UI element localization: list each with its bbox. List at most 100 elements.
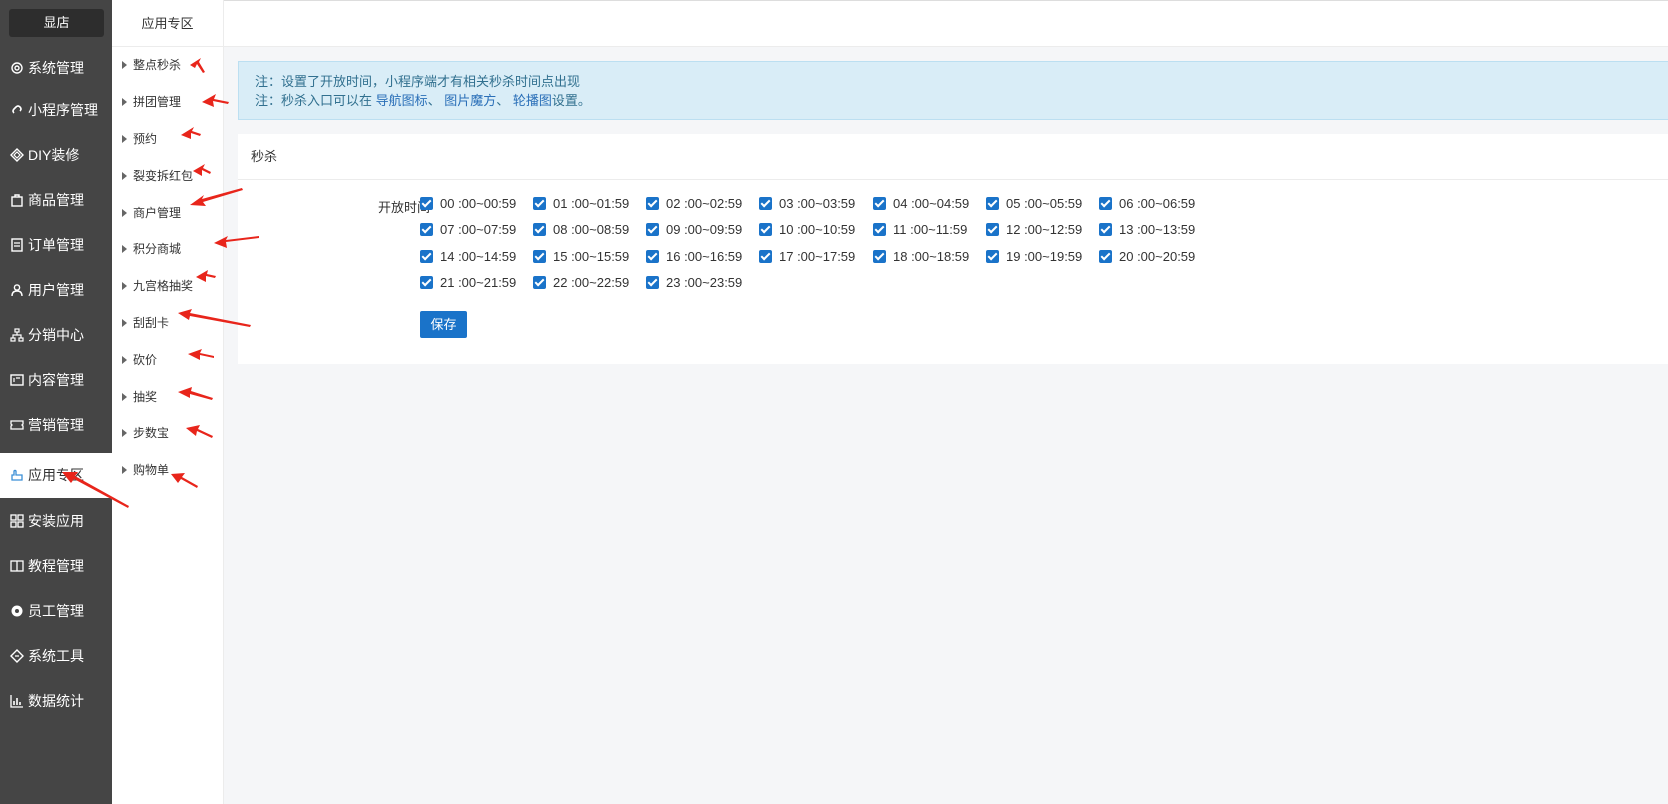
- checkbox-checked-icon[interactable]: [420, 250, 433, 263]
- brand-logo[interactable]: 显店: [9, 9, 104, 37]
- checkbox-checked-icon[interactable]: [759, 197, 772, 210]
- checkbox-checked-icon[interactable]: [873, 250, 886, 263]
- time-slot-label: 19 :00~19:59: [1006, 249, 1083, 264]
- time-slot-checkbox[interactable]: 05 :00~05:59: [986, 194, 1082, 214]
- sidebar-item-distribution[interactable]: 分销中心: [0, 313, 112, 358]
- time-slot-checkbox[interactable]: 11 :00~11:59: [873, 220, 967, 240]
- checkbox-checked-icon[interactable]: [1099, 250, 1112, 263]
- time-slot-checkbox[interactable]: 18 :00~18:59: [873, 247, 969, 267]
- checkbox-checked-icon[interactable]: [1099, 197, 1112, 210]
- sidebar-item-label: DIY装修: [28, 147, 80, 163]
- save-button[interactable]: 保存: [420, 311, 467, 338]
- hierarchy-icon: [10, 328, 24, 342]
- checkbox-checked-icon[interactable]: [873, 223, 886, 236]
- checkbox-checked-icon[interactable]: [986, 197, 999, 210]
- time-slot-checkbox[interactable]: 23 :00~23:59: [646, 273, 742, 293]
- sidebar-item-label: 小程序管理: [28, 102, 98, 118]
- caret-right-icon: [122, 209, 127, 217]
- time-slot-checkbox[interactable]: 17 :00~17:59: [759, 247, 855, 267]
- time-slot-label: 11 :00~11:59: [893, 222, 968, 237]
- checkbox-checked-icon[interactable]: [533, 250, 546, 263]
- subnav-item-lottery[interactable]: 抽奖: [112, 379, 224, 415]
- sidebar-item-label: 教程管理: [28, 558, 84, 574]
- sidebar-item-tools[interactable]: 系统工具: [0, 634, 112, 679]
- sidebar-item-orders[interactable]: 订单管理: [0, 223, 112, 268]
- checkbox-checked-icon[interactable]: [646, 250, 659, 263]
- checkbox-checked-icon[interactable]: [646, 276, 659, 289]
- time-slot-checkbox[interactable]: 12 :00~12:59: [986, 220, 1082, 240]
- checkbox-checked-icon[interactable]: [986, 250, 999, 263]
- subnav-item-booking[interactable]: 预约: [112, 121, 224, 157]
- checkbox-checked-icon[interactable]: [873, 197, 886, 210]
- sidebar-item-label: 分销中心: [28, 327, 84, 343]
- notice-line-2: 注：秒杀入口可以在 导航图标、 图片魔方、 轮播图设置。: [255, 91, 1652, 110]
- subnav-item-merchant[interactable]: 商户管理: [112, 195, 224, 231]
- subnav-title: 应用专区: [112, 0, 223, 47]
- ticket-icon: [10, 420, 24, 430]
- time-slot-label: 17 :00~17:59: [779, 249, 856, 264]
- sidebar-item-install[interactable]: 安装应用: [0, 499, 112, 544]
- checkbox-checked-icon[interactable]: [533, 223, 546, 236]
- time-slot-checkbox[interactable]: 02 :00~02:59: [646, 194, 742, 214]
- sidebar-item-staff[interactable]: 员工管理: [0, 589, 112, 634]
- subnav-item-shopping-list[interactable]: 购物单: [112, 452, 224, 488]
- subnav-item-red-packet[interactable]: 裂变拆红包: [112, 158, 224, 194]
- time-slot-label: 06 :00~06:59: [1119, 196, 1196, 211]
- checkbox-checked-icon[interactable]: [759, 223, 772, 236]
- sidebar-item-marketing[interactable]: 营销管理: [0, 403, 112, 448]
- time-slot-checkbox[interactable]: 00 :00~00:59: [420, 194, 516, 214]
- checkbox-checked-icon[interactable]: [646, 197, 659, 210]
- gear-icon: [11, 62, 23, 74]
- time-slot-checkbox[interactable]: 10 :00~10:59: [759, 220, 855, 240]
- time-slot-checkbox[interactable]: 01 :00~01:59: [533, 194, 629, 214]
- sidebar-item-users[interactable]: 用户管理: [0, 268, 112, 313]
- time-slot-checkbox[interactable]: 21 :00~21:59: [420, 273, 516, 293]
- sidebar-item-goods[interactable]: 商品管理: [0, 178, 112, 223]
- sidebar-item-tutorial[interactable]: 教程管理: [0, 544, 112, 589]
- time-slot-checkbox[interactable]: 16 :00~16:59: [646, 247, 742, 267]
- sidebar-item-system[interactable]: 系统管理: [0, 46, 112, 91]
- subnav-item-bargain[interactable]: 砍价: [112, 342, 224, 378]
- checkbox-checked-icon[interactable]: [759, 250, 772, 263]
- sidebar-item-diy[interactable]: DIY装修: [0, 133, 112, 178]
- sidebar-item-stats[interactable]: 数据统计: [0, 679, 112, 724]
- time-slot-checkbox[interactable]: 06 :00~06:59: [1099, 194, 1195, 214]
- time-slot-checkbox[interactable]: 22 :00~22:59: [533, 273, 629, 293]
- list-icon: [11, 238, 23, 252]
- time-slot-checkbox[interactable]: 14 :00~14:59: [420, 247, 516, 267]
- checkbox-checked-icon[interactable]: [420, 197, 433, 210]
- sidebar-item-apps[interactable]: 应用专区: [0, 453, 112, 498]
- sidebar-item-content[interactable]: 内容管理: [0, 358, 112, 403]
- time-slot-label: 02 :00~02:59: [666, 196, 743, 211]
- subnav-item-step-treasure[interactable]: 步数宝: [112, 415, 224, 451]
- subnav-item-group-buy[interactable]: 拼团管理: [112, 84, 224, 120]
- time-slot-checkbox[interactable]: 08 :00~08:59: [533, 220, 629, 240]
- checkbox-checked-icon[interactable]: [646, 223, 659, 236]
- sidebar-item-miniprogram[interactable]: 小程序管理: [0, 88, 112, 133]
- sidebar-item-label: 用户管理: [28, 282, 84, 298]
- checkbox-checked-icon[interactable]: [533, 197, 546, 210]
- checkbox-checked-icon[interactable]: [533, 276, 546, 289]
- checkbox-checked-icon[interactable]: [986, 223, 999, 236]
- time-slot-checkbox[interactable]: 07 :00~07:59: [420, 220, 516, 240]
- link-image-cube[interactable]: 图片魔方: [444, 93, 496, 108]
- subnav-item-scratch-card[interactable]: 刮刮卡: [112, 305, 224, 341]
- sidebar-item-label: 员工管理: [28, 603, 84, 619]
- checkbox-checked-icon[interactable]: [1099, 223, 1112, 236]
- time-slot-checkbox[interactable]: 09 :00~09:59: [646, 220, 742, 240]
- subnav-item-points-mall[interactable]: 积分商城: [112, 231, 224, 267]
- caret-right-icon: [122, 393, 127, 401]
- time-slot-checkbox[interactable]: 20 :00~20:59: [1099, 247, 1195, 267]
- time-slot-checkbox[interactable]: 03 :00~03:59: [759, 194, 855, 214]
- link-nav-icon[interactable]: 导航图标: [376, 93, 428, 108]
- time-slot-checkbox[interactable]: 19 :00~19:59: [986, 247, 1082, 267]
- time-slot-checkbox[interactable]: 15 :00~15:59: [533, 247, 629, 267]
- subnav-item-flash-sale[interactable]: 整点秒杀: [112, 47, 224, 83]
- link-carousel[interactable]: 轮播图: [513, 93, 552, 108]
- time-slot-checkbox[interactable]: 04 :00~04:59: [873, 194, 969, 214]
- checkbox-checked-icon[interactable]: [420, 276, 433, 289]
- time-slot-checkbox[interactable]: 13 :00~13:59: [1099, 220, 1195, 240]
- checkbox-checked-icon[interactable]: [420, 223, 433, 236]
- time-slot-label: 10 :00~10:59: [779, 222, 856, 237]
- subnav-item-grid-lottery[interactable]: 九宫格抽奖: [112, 268, 224, 304]
